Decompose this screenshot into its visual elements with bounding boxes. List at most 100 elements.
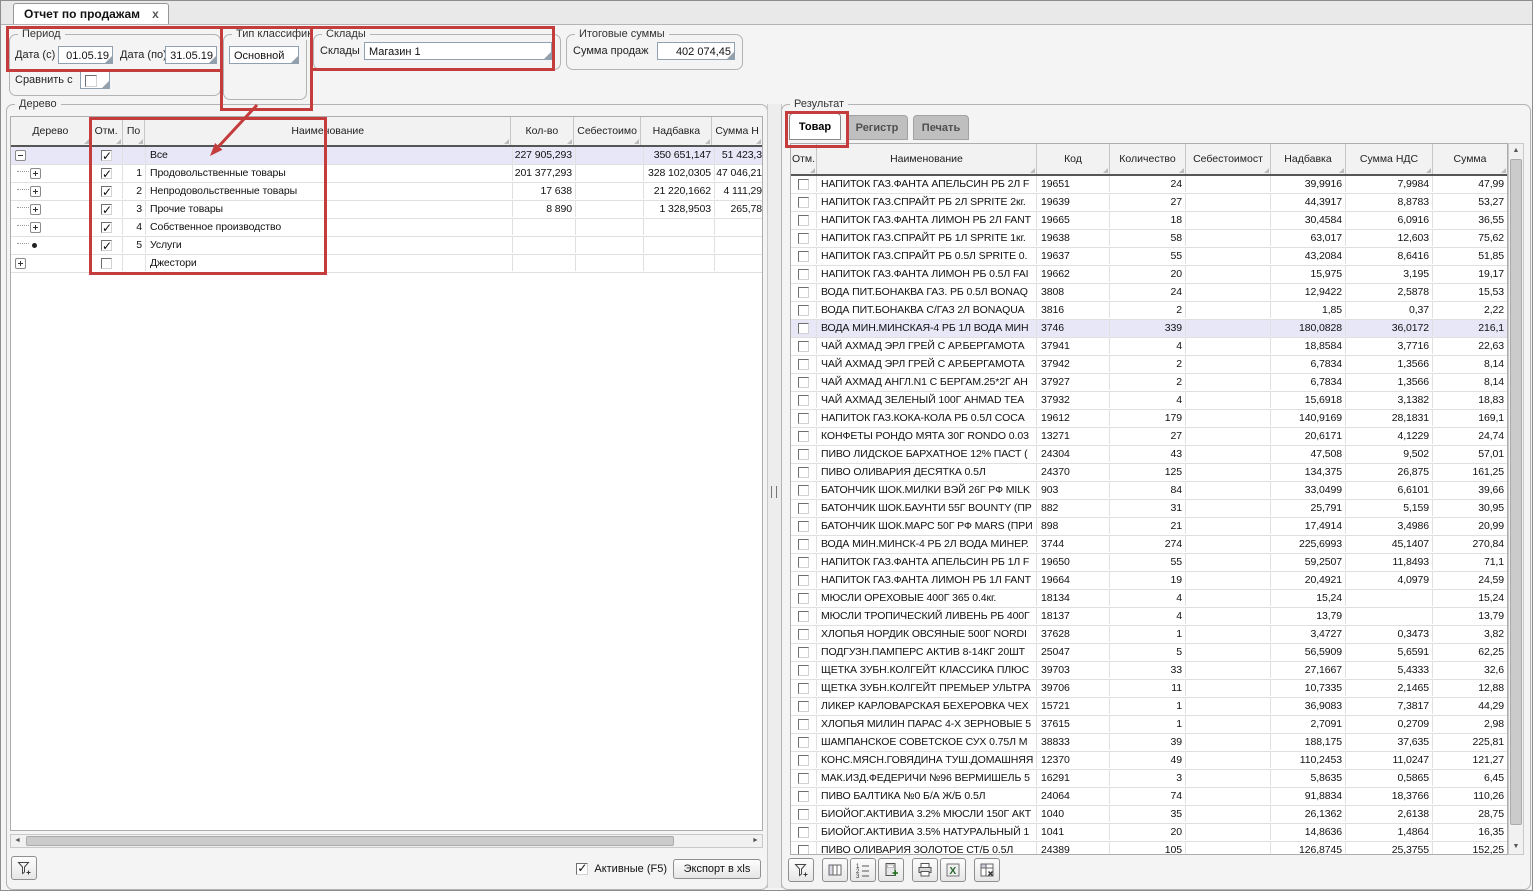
row-mark-cell[interactable] [791,356,817,372]
row-name-cell[interactable]: ПОДГУЗН.ПАМПЕРС АКТИВ 8-14КГ 20ШТ [817,644,1037,660]
row-checkbox[interactable] [798,323,809,334]
row-mark-cell[interactable] [791,644,817,660]
column-header-markup[interactable]: Надбавка [641,117,712,145]
table-row[interactable]: ПОДГУЗН.ПАМПЕРС АКТИВ 8-14КГ 20ШТ2504755… [791,644,1507,662]
column-header-markup[interactable]: Надбавка [1271,144,1346,174]
tree-mark-cell[interactable] [91,183,123,199]
row-name-cell[interactable]: НАПИТОК ГАЗ.КОКА-КОЛА РБ 0.5Л COCA [817,410,1037,426]
row-checkbox[interactable] [798,791,809,802]
expand-icon[interactable] [30,168,41,179]
row-name-cell[interactable]: ВОДА ПИТ.БОНАКВА ГАЗ. РБ 0.5Л BONAQ [817,284,1037,300]
tree-expander-cell[interactable] [11,147,91,163]
row-name-cell[interactable]: ЩЕТКА ЗУБН.КОЛГЕЙТ ПРЕМЬЕР УЛЬТРА [817,680,1037,696]
table-row[interactable]: МЮСЛИ ОРЕХОВЫЕ 400Г 365 0.4кг.18134415,2… [791,590,1507,608]
column-header-qty[interactable]: Кол-во [511,117,574,145]
scroll-up-icon[interactable]: ▲ [1509,145,1523,157]
tree-row-checkbox[interactable] [101,186,112,197]
table-row[interactable]: НАПИТОК ГАЗ.СПРАЙТ РБ 2Л SPRITE 2кг.1963… [791,194,1507,212]
table-row[interactable]: НАПИТОК ГАЗ.КОКА-КОЛА РБ 0.5Л COCA196121… [791,410,1507,428]
row-mark-cell[interactable] [791,698,817,714]
row-checkbox[interactable] [798,251,809,262]
row-name-cell[interactable]: НАПИТОК ГАЗ.СПРАЙТ РБ 0.5Л SPRITE 0. [817,248,1037,264]
row-checkbox[interactable] [798,305,809,316]
row-mark-cell[interactable] [791,428,817,444]
row-name-cell[interactable]: ШАМПАНСКОЕ СОВЕТСКОЕ СУХ 0.75Л М [817,734,1037,750]
table-row[interactable]: ЛИКЕР КАРЛОВАРСКАЯ БЕХЕРОВКА ЧЕХ15721136… [791,698,1507,716]
numbering-button[interactable]: 123 [850,858,876,882]
compare-checkbox[interactable] [85,75,97,87]
row-name-cell[interactable]: ВОДА ПИТ.БОНАКВА С/ГАЗ 2Л BONAQUA [817,302,1037,318]
row-name-cell[interactable]: ПИВО БАЛТИКА №0 Б/А Ж/Б 0.5Л [817,788,1037,804]
tree-mark-cell[interactable] [91,255,123,271]
row-name-cell[interactable]: ХЛОПЬЯ МИЛИН ПАРАС 4-Х ЗЕРНОВЫЕ 5 [817,716,1037,732]
tree-row[interactable]: 2Непродовольственные товары17 63821 220,… [11,183,762,201]
row-checkbox[interactable] [798,413,809,424]
row-mark-cell[interactable] [791,842,817,855]
tree-row[interactable]: 5Услуги [11,237,762,255]
tree-row[interactable]: 3Прочие товары8 8901 328,9503265,78 [11,201,762,219]
tree-row-checkbox[interactable] [101,150,112,161]
row-name-cell[interactable]: ЧАЙ АХМАД АНГЛ.N1 С БЕРГАМ.25*2Г АН [817,374,1037,390]
row-checkbox[interactable] [798,845,809,855]
row-mark-cell[interactable] [791,518,817,534]
expand-icon[interactable] [30,204,41,215]
column-header-name[interactable]: Наименование [145,117,511,145]
row-mark-cell[interactable] [791,626,817,642]
row-mark-cell[interactable] [791,374,817,390]
row-name-cell[interactable]: ЧАЙ АХМАД ЭРЛ ГРЕЙ С АР.БЕРГАМОТА [817,338,1037,354]
date-from-field[interactable]: 01.05.19 [58,46,113,64]
row-mark-cell[interactable] [791,788,817,804]
table-row[interactable]: ШАМПАНСКОЕ СОВЕТСКОЕ СУХ 0.75Л М38833391… [791,734,1507,752]
column-header-cost[interactable]: Себестоимост [1186,144,1271,174]
column-header-qty[interactable]: Количество [1110,144,1186,174]
expand-icon[interactable] [30,186,41,197]
tree-row[interactable]: Джестори [11,255,762,273]
row-mark-cell[interactable] [791,806,817,822]
tree-row-checkbox[interactable] [101,204,112,215]
row-mark-cell[interactable] [791,590,817,606]
table-row[interactable]: БАТОНЧИК ШОК.МАРС 50Г РФ MARS (ПРИ898211… [791,518,1507,536]
row-name-cell[interactable]: ВОДА МИН.МИНСКАЯ-4 РБ 1Л ВОДА МИН [817,320,1037,336]
row-checkbox[interactable] [798,665,809,676]
row-checkbox[interactable] [798,449,809,460]
row-mark-cell[interactable] [791,284,817,300]
tree-name-cell[interactable]: Джестори [146,255,513,271]
table-row[interactable]: ПИВО ЛИДСКОЕ БАРХАТНОЕ 12% ПАСТ (2430443… [791,446,1507,464]
scroll-right-icon[interactable]: ► [749,835,762,847]
tree-expander-cell[interactable] [11,201,91,217]
tree-filter-button[interactable] [11,856,37,880]
sales-sum-field[interactable]: 402 074,45 [657,42,735,60]
panel-splitter[interactable] [767,104,782,888]
tree-expander-cell[interactable] [11,219,91,235]
column-header-mark[interactable]: Отм. [791,144,817,174]
table-row[interactable]: ЧАЙ АХМАД ЗЕЛЕНЫЙ 100Г AHMAD TEA37932415… [791,392,1507,410]
row-mark-cell[interactable] [791,446,817,462]
expand-icon[interactable] [30,222,41,233]
row-mark-cell[interactable] [791,410,817,426]
tree-row-checkbox[interactable] [101,168,112,179]
table-row[interactable]: БИОЙОГ.АКТИВИА 3.5% НАТУРАЛЬНЫЙ 11041201… [791,824,1507,842]
row-name-cell[interactable]: ПИВО ОЛИВАРИЯ ЗОЛОТОЕ СТ/Б 0.5Л [817,842,1037,855]
column-header-vat[interactable]: Сумма Н [712,117,762,145]
row-name-cell[interactable]: КОНФЕТЫ РОНДО МЯТА 30Г RONDO 0.03 [817,428,1037,444]
column-header-mark[interactable]: Отм. [91,117,123,145]
row-mark-cell[interactable] [791,338,817,354]
tree-expander-cell[interactable] [11,255,91,271]
table-row[interactable]: ПИВО БАЛТИКА №0 Б/А Ж/Б 0.5Л240647491,88… [791,788,1507,806]
row-checkbox[interactable] [798,269,809,280]
tree-mark-cell[interactable] [91,165,123,181]
tree-name-cell[interactable]: Непродовольственные товары [146,183,513,199]
row-name-cell[interactable]: БАТОНЧИК ШОК.МАРС 50Г РФ MARS (ПРИ [817,518,1037,534]
column-header-sum[interactable]: Сумма [1433,144,1507,174]
column-header-cost[interactable]: Себестоимо [574,117,642,145]
row-name-cell[interactable]: БАТОНЧИК ШОК.МИЛКИ ВЭЙ 26Г РФ MILK [817,482,1037,498]
row-name-cell[interactable]: ХЛОПЬЯ НОРДИК ОВСЯНЫЕ 500Г NORDI [817,626,1037,642]
table-row[interactable]: НАПИТОК ГАЗ.СПРАЙТ РБ 1Л SPRITE 1кг.1963… [791,230,1507,248]
table-row[interactable]: НАПИТОК ГАЗ.СПРАЙТ РБ 0.5Л SPRITE 0.1963… [791,248,1507,266]
print-button[interactable] [912,858,938,882]
row-checkbox[interactable] [798,683,809,694]
table-row[interactable]: ВОДА ПИТ.БОНАКВА С/ГАЗ 2Л BONAQUA381621,… [791,302,1507,320]
table-row[interactable]: ЧАЙ АХМАД АНГЛ.N1 С БЕРГАМ.25*2Г АН37927… [791,374,1507,392]
column-header-name[interactable]: Наименование [817,144,1037,174]
table-row[interactable]: ЩЕТКА ЗУБН.КОЛГЕЙТ ПРЕМЬЕР УЛЬТРА3970611… [791,680,1507,698]
